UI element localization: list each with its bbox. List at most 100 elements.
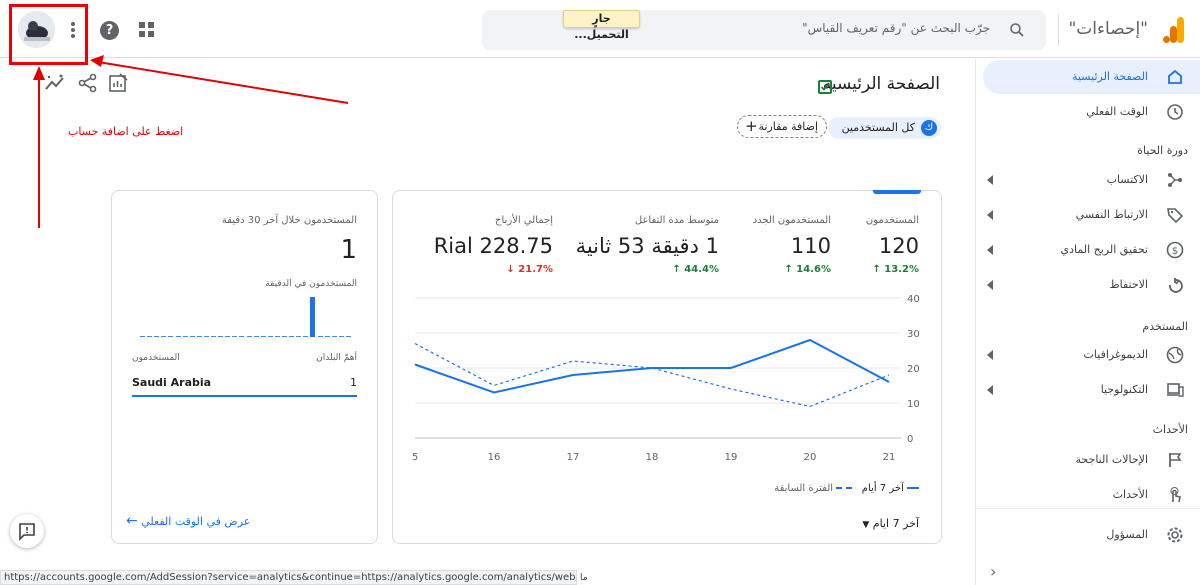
per-minute-bar	[189, 336, 195, 337]
per-minute-bar	[168, 336, 174, 337]
per-minute-bar	[140, 336, 146, 337]
sidebar-item-technology[interactable]: التكنولوجيا	[975, 373, 1200, 407]
plus-icon: +	[745, 117, 758, 135]
y-tick-label: 20	[907, 364, 920, 375]
feedback-button[interactable]	[10, 514, 44, 548]
sidebar-item-acquisition[interactable]: الاكتساب	[975, 163, 1200, 197]
series-line-current	[414, 338, 890, 394]
sidebar-item-home[interactable]: الصفحة الرئيسية	[983, 60, 1200, 94]
sidebar-item-conversions[interactable]: الإحالات الناجحة	[975, 443, 1200, 477]
collapse-sidebar-icon[interactable]: ›	[990, 562, 996, 581]
property-name[interactable]: "إحصاءات"	[1068, 19, 1148, 39]
per-minute-bar	[289, 336, 295, 337]
analytics-logo-icon[interactable]	[1163, 17, 1185, 47]
dollar-icon: $	[1166, 241, 1184, 259]
per-minute-bar	[345, 336, 351, 337]
legend-current: آخر 7 أيام	[861, 483, 904, 494]
date-range-selector[interactable]: آخر 7 ايام ▼	[862, 517, 919, 530]
sidebar-item-demographics[interactable]: الديموغرافيات	[975, 338, 1200, 372]
per-minute-bar	[267, 336, 273, 337]
per-minute-bar	[296, 336, 302, 337]
country-name: Saudi Arabia	[132, 376, 212, 389]
table-row[interactable]: Saudi Arabia 1	[132, 371, 357, 397]
insights-icon[interactable]	[44, 73, 66, 93]
per-minute-bar	[203, 336, 209, 337]
home-icon	[1168, 69, 1182, 84]
loading-badge: جارٍ التحميل...	[563, 10, 640, 41]
per-minute-bar	[260, 336, 266, 337]
retention-icon	[1169, 278, 1183, 293]
browser-status-bar: https://accounts.google.com/AddSession?s…	[0, 570, 577, 585]
customize-report-icon[interactable]	[108, 73, 128, 93]
realtime-title: المستخدمون خلال آخر 30 دقيقة	[221, 215, 357, 226]
acquisition-icon	[1168, 173, 1182, 187]
sidebar-item-label: الأحداث	[1112, 488, 1148, 501]
per-minute-bar-chart	[139, 297, 352, 337]
per-minute-bar	[324, 336, 330, 337]
per-minute-bar	[253, 336, 259, 337]
view-realtime-link[interactable]: عرض في الوقت الفعلي ←	[126, 513, 250, 529]
x-tick-label: 20	[804, 452, 817, 463]
add-comparison-label: إضافة مقارنة	[758, 120, 818, 133]
per-minute-bar	[338, 336, 344, 337]
sidebar-item-events[interactable]: الأحداث	[975, 478, 1200, 512]
annotation-note: اضغط على اضافة حساب	[68, 125, 184, 138]
share-icon[interactable]	[78, 73, 98, 93]
add-comparison-button[interactable]: إضافة مقارنة +	[737, 115, 827, 138]
per-minute-label: المستخدمون في الدقيقة	[265, 279, 357, 289]
legend-solid-swatch	[907, 487, 919, 489]
segment-chip-label: كل المستخدمين	[841, 121, 915, 134]
per-minute-bar	[239, 336, 245, 337]
expand-arrow-icon[interactable]	[987, 210, 993, 220]
per-minute-bar	[225, 336, 231, 337]
expand-arrow-icon[interactable]	[987, 245, 993, 255]
legend-dashed-swatch	[836, 487, 853, 489]
clock-icon	[1167, 104, 1183, 120]
expand-arrow-icon[interactable]	[987, 175, 993, 185]
sidebar-item-label: الارتباط النفسي	[1075, 208, 1148, 221]
section-lifecycle: دورة الحياة	[1137, 144, 1188, 157]
per-minute-bar	[218, 336, 224, 337]
tag-icon	[1167, 208, 1184, 224]
touch-icon	[1170, 487, 1181, 503]
sidebar-item-engagement[interactable]: الارتباط النفسي	[975, 198, 1200, 232]
page-title: الصفحة الرئيسية	[822, 74, 940, 94]
per-minute-bar	[331, 336, 337, 337]
sidebar-item-realtime[interactable]: الوقت الفعلي	[975, 95, 1200, 129]
status-suffix: ما	[580, 573, 588, 583]
x-tick-label: 16	[488, 452, 501, 463]
per-minute-bar	[175, 336, 181, 337]
sidebar-item-label: الاكتساب	[1106, 173, 1148, 186]
segment-letter-badge: ك	[921, 120, 937, 136]
per-minute-bar	[147, 336, 153, 337]
search-icon[interactable]	[1008, 21, 1026, 39]
column-header-country: أهمّ البلدان	[316, 353, 357, 363]
x-tick-label: 18	[646, 452, 659, 463]
gear-icon	[1167, 527, 1183, 543]
date-range-label: آخر 7 ايام	[872, 517, 919, 530]
legend-previous: الفترة السابقة	[774, 483, 834, 494]
per-minute-bar	[196, 336, 202, 337]
sidebar-item-label: الإحالات الناجحة	[1075, 453, 1148, 466]
section-events: الأحداث	[1152, 423, 1188, 436]
sidebar-item-monetization[interactable]: $ تحقيق الربح المادي	[975, 233, 1200, 267]
x-tick-label: 19	[725, 452, 738, 463]
svg-text:$: $	[1172, 246, 1178, 257]
per-minute-bar	[246, 336, 252, 337]
per-minute-bar	[154, 336, 160, 337]
segment-chip-all-users[interactable]: ك كل المستخدمين	[828, 117, 941, 139]
sidebar-item-admin[interactable]: المسؤول	[975, 518, 1200, 552]
sidebar-item-retention[interactable]: الاحتفاظ	[975, 268, 1200, 302]
country-users: 1	[350, 376, 357, 389]
realtime-card: المستخدمون خلال آخر 30 دقيقة 1 المستخدمو…	[111, 190, 378, 544]
y-tick-label: 10	[907, 399, 920, 410]
feedback-icon	[19, 523, 35, 541]
expand-arrow-icon[interactable]	[987, 280, 993, 290]
overview-card: المستخدمون 120 13.2% ↑ المستخدمون الجدد …	[392, 190, 942, 544]
search-placeholder: جرّب البحث عن "رقم تعريف القياس"	[802, 21, 990, 35]
sidebar-item-label: تحقيق الربح المادي	[1060, 243, 1148, 256]
expand-arrow-icon[interactable]	[987, 350, 993, 360]
expand-arrow-icon[interactable]	[987, 385, 993, 395]
arrow-left-icon: ←	[126, 513, 138, 529]
sidebar-item-label: التكنولوجيا	[1100, 383, 1148, 396]
